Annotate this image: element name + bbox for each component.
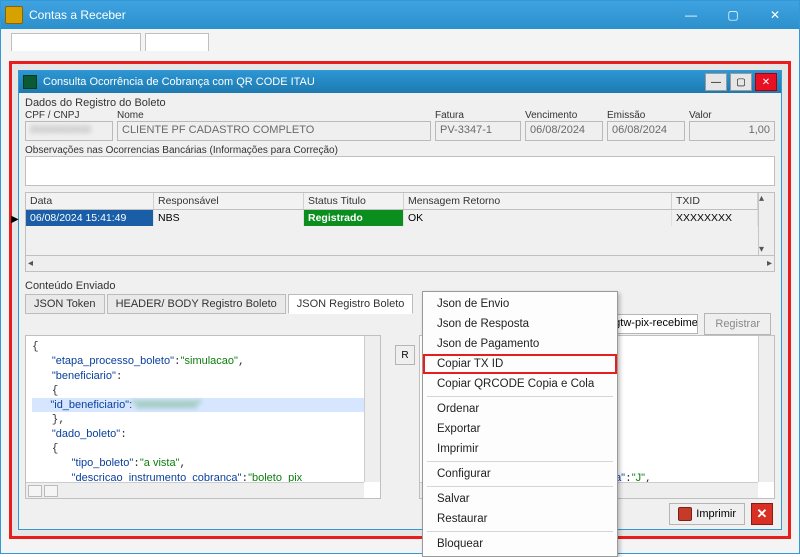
close-button[interactable]: ✕: [755, 5, 795, 25]
menu-separator: [427, 486, 613, 487]
menu-bloquear[interactable]: Bloquear: [423, 534, 617, 554]
inner-title: Consulta Ocorrência de Cobrança com QR C…: [43, 76, 315, 88]
menu-copiar-txid[interactable]: Copiar TX ID: [423, 354, 617, 374]
left-hscrollbar[interactable]: [26, 482, 364, 498]
menu-imprimir[interactable]: Imprimir: [423, 439, 617, 459]
dialog-icon: [23, 75, 37, 89]
menu-copiar-qrcode[interactable]: Copiar QRCODE Copia e Cola: [423, 374, 617, 394]
nome-input[interactable]: CLIENTE PF CADASTRO COMPLETO: [117, 121, 431, 141]
json-tabs: JSON Token HEADER/ BODY Registro Boleto …: [25, 294, 775, 314]
app-icon: [5, 6, 23, 24]
col-data[interactable]: Data: [26, 193, 154, 209]
inner-titlebar[interactable]: Consulta Ocorrência de Cobrança com QR C…: [19, 71, 781, 93]
observ-box[interactable]: [25, 156, 775, 186]
grid[interactable]: Data Responsável Status Titulo Mensagem …: [25, 192, 775, 256]
outer-title: Contas a Receber: [29, 8, 126, 22]
outer-tabs: [11, 33, 789, 51]
content-sent-label: Conteúdo Enviado: [25, 280, 775, 292]
registrar-button[interactable]: Registrar: [704, 313, 771, 335]
col-status[interactable]: Status Titulo: [304, 193, 404, 209]
menu-json-resposta[interactable]: Json de Resposta: [423, 314, 617, 334]
menu-separator: [427, 461, 613, 462]
valor-input[interactable]: 1,00: [689, 121, 775, 141]
col-txid[interactable]: TXID: [672, 193, 758, 209]
menu-json-pagamento[interactable]: Json de Pagamento: [423, 334, 617, 354]
tab-header-body[interactable]: HEADER/ BODY Registro Boleto: [107, 294, 286, 314]
venc-input[interactable]: 06/08/2024: [525, 121, 603, 141]
menu-salvar[interactable]: Salvar: [423, 489, 617, 509]
inner-maximize-button[interactable]: ▢: [730, 73, 752, 91]
emissao-label: Emissão: [607, 110, 685, 121]
left-vscrollbar[interactable]: [364, 336, 380, 482]
context-menu: Json de Envio Json de Resposta Json de P…: [422, 291, 618, 557]
nome-label: Nome: [117, 110, 431, 121]
grid-vscrollbar[interactable]: ▴▾: [758, 193, 774, 255]
menu-ordenar[interactable]: Ordenar: [423, 399, 617, 419]
menu-json-envio[interactable]: Json de Envio: [423, 294, 617, 314]
row-indicator-icon: ▶: [11, 214, 19, 225]
menu-separator: [427, 531, 613, 532]
menu-configurar[interactable]: Configurar: [423, 464, 617, 484]
json-left-pane[interactable]: { "etapa_processo_boleto":"simulacao", "…: [25, 335, 381, 499]
outer-tab-2[interactable]: [145, 33, 209, 51]
menu-separator: [427, 396, 613, 397]
print-button[interactable]: Imprimir: [669, 503, 745, 525]
pdf-icon: [678, 507, 692, 521]
right-vscrollbar[interactable]: [758, 336, 774, 482]
cell-msg: OK: [404, 210, 672, 226]
minimize-button[interactable]: —: [671, 5, 711, 25]
venc-label: Vencimento: [525, 110, 603, 121]
observ-label: Observações nas Ocorrencias Bancárias (I…: [25, 145, 775, 156]
footer-close-button[interactable]: ✕: [751, 503, 773, 525]
cell-status: Registrado: [304, 210, 404, 226]
fatura-label: Fatura: [435, 110, 521, 121]
inner-minimize-button[interactable]: —: [705, 73, 727, 91]
cell-txid: XXXXXXXX: [672, 210, 758, 226]
register-group-label: Dados do Registro do Boleto: [25, 97, 775, 109]
cell-data: 06/08/2024 15:41:49: [26, 210, 154, 226]
table-row[interactable]: 06/08/2024 15:41:49 NBS Registrado OK XX…: [26, 210, 758, 226]
print-label: Imprimir: [696, 508, 736, 520]
grid-hscrollbar[interactable]: ◂▸: [25, 256, 775, 272]
cell-resp: NBS: [154, 210, 304, 226]
outer-titlebar[interactable]: Contas a Receber — ▢ ✕: [1, 1, 799, 29]
menu-exportar[interactable]: Exportar: [423, 419, 617, 439]
emissao-input[interactable]: 06/08/2024: [607, 121, 685, 141]
inner-close-button[interactable]: ✕: [755, 73, 777, 91]
outer-tab-1[interactable]: [11, 33, 141, 51]
tab-json-token[interactable]: JSON Token: [25, 294, 105, 314]
cpf-label: CPF / CNPJ: [25, 110, 113, 121]
menu-restaurar[interactable]: Restaurar: [423, 509, 617, 529]
maximize-button[interactable]: ▢: [713, 5, 753, 25]
col-responsavel[interactable]: Responsável: [154, 193, 304, 209]
tab-json-registro[interactable]: JSON Registro Boleto: [288, 294, 414, 314]
col-mensagem[interactable]: Mensagem Retorno: [404, 193, 672, 209]
fatura-input[interactable]: PV-3347-1: [435, 121, 521, 141]
cpf-input[interactable]: 0000000000: [25, 121, 113, 141]
valor-label: Valor: [689, 110, 775, 121]
highlight-frame: Consulta Ocorrência de Cobrança com QR C…: [9, 61, 791, 539]
